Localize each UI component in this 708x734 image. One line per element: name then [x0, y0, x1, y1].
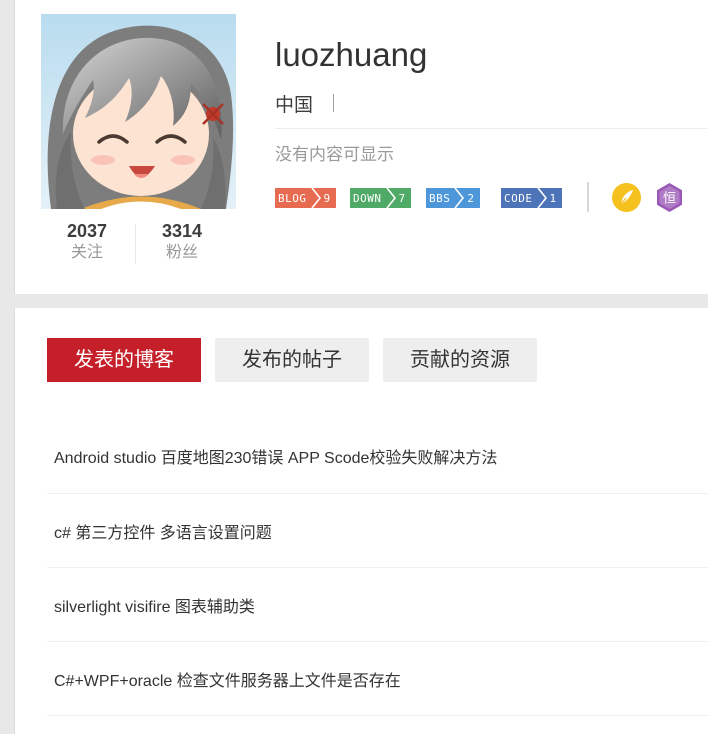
- list-item: Android studio 百度地图230错误 APP Scode校验失败解决…: [47, 418, 708, 494]
- blog-badge-name: BLOG: [278, 191, 307, 205]
- forum-badge-name: BBS: [429, 191, 451, 205]
- feather-pen-icon[interactable]: [612, 183, 641, 212]
- profile-card: 2037 关注 3314 粉丝 luozhuang 中国 没有内容可显示 BLO…: [14, 0, 708, 294]
- chevron-right-icon: [310, 188, 321, 208]
- location-text: 中国: [275, 94, 314, 116]
- content-card: 发表的博客 发布的帖子 贡献的资源 Android studio 百度地图230…: [14, 308, 708, 734]
- download-badge-name: DOWN: [353, 191, 382, 205]
- code-badge-name: CODE: [504, 191, 533, 205]
- chevron-right-icon: [536, 188, 547, 208]
- post-title-link[interactable]: Android studio 百度地图230错误 APP Scode校验失败解决…: [47, 444, 497, 468]
- forum-badge[interactable]: BBS 2: [426, 188, 480, 208]
- tab-published-blogs[interactable]: 发表的博客: [47, 338, 201, 382]
- chevron-right-icon: [454, 188, 465, 208]
- heng-glyph: 恒: [663, 192, 676, 207]
- code-badge-count: 1: [549, 191, 557, 205]
- post-title-link[interactable]: silverlight visifire 图表辅助类: [47, 593, 255, 617]
- blog-badge-count: 9: [323, 191, 331, 205]
- post-title-link[interactable]: C#+WPF+oracle 检查文件服务器上文件是否存在: [47, 667, 401, 691]
- avatar-anime-girl-icon: [41, 14, 236, 209]
- download-badge[interactable]: DOWN 7: [350, 188, 411, 208]
- follow-count: 2037: [66, 221, 108, 241]
- forum-badge-count: 2: [467, 191, 475, 205]
- blog-badge[interactable]: BLOG 9: [275, 188, 336, 208]
- info-divider: [275, 128, 708, 129]
- username: luozhuang: [275, 36, 428, 73]
- avatar[interactable]: [41, 14, 236, 209]
- fans-stat[interactable]: 3314 粉丝: [136, 220, 228, 264]
- follow-stat[interactable]: 2037 关注: [41, 220, 133, 264]
- post-title-link[interactable]: c# 第三方控件 多语言设置问题: [47, 519, 272, 543]
- persistence-heng-icon[interactable]: 恒: [655, 183, 684, 212]
- list-item: silverlight visifire 图表辅助类: [47, 568, 708, 642]
- follow-label: 关注: [70, 244, 103, 261]
- tab-published-posts[interactable]: 发布的帖子: [215, 338, 369, 382]
- post-list: Android studio 百度地图230错误 APP Scode校验失败解决…: [47, 418, 708, 716]
- medal-divider: [587, 182, 589, 212]
- tab-contributed-resources[interactable]: 贡献的资源: [383, 338, 537, 382]
- fans-label: 粉丝: [165, 244, 198, 261]
- code-badge[interactable]: CODE 1: [501, 188, 562, 208]
- location-row: 中国: [275, 90, 335, 116]
- list-item: C#+WPF+oracle 检查文件服务器上文件是否存在: [47, 642, 708, 716]
- download-badge-count: 7: [398, 191, 406, 205]
- location-separator: [333, 94, 335, 112]
- list-item: c# 第三方控件 多语言设置问题: [47, 494, 708, 568]
- chevron-right-icon: [385, 188, 396, 208]
- bio-text: 没有内容可显示: [275, 145, 394, 164]
- fans-count: 3314: [161, 221, 203, 241]
